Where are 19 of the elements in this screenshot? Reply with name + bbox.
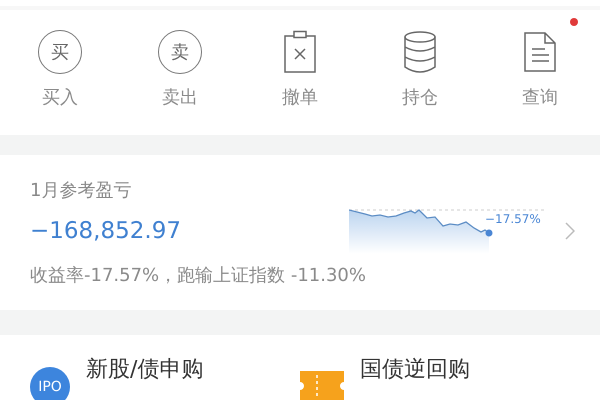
profit-amount: −168,852.97 [30, 216, 181, 246]
database-icon [403, 30, 437, 74]
clipboard-x-icon [283, 30, 317, 74]
chevron-icon[interactable] [565, 222, 575, 240]
card-title: 1月参考盈亏 [30, 179, 132, 203]
chart-label: −17.57% [485, 211, 541, 228]
action-button[interactable]: 撤单 [240, 16, 360, 111]
ipo-icon: IPO [30, 367, 70, 400]
return-summary: 收益率-17.57%，跑输上证指数 -11.30% [30, 264, 367, 288]
service-title[interactable]: 国债逆回购 [360, 353, 470, 400]
action-button[interactable]: 买 买入 [0, 16, 120, 111]
service-title[interactable]: 新股/债申购 [86, 353, 204, 400]
action-button[interactable]: 查询 [480, 16, 600, 111]
action-button[interactable]: 卖 卖出 [120, 16, 240, 111]
document-icon [523, 30, 557, 74]
action-button[interactable]: 持仓 [360, 16, 480, 111]
sell-icon: 卖 [158, 30, 202, 74]
profit-card[interactable]: 1月参考盈亏 −168,852.97 −17.57% 收益率-17.57%，跑输上证指数 -11.30% [0, 155, 600, 310]
buy-icon: 买 [38, 30, 82, 74]
